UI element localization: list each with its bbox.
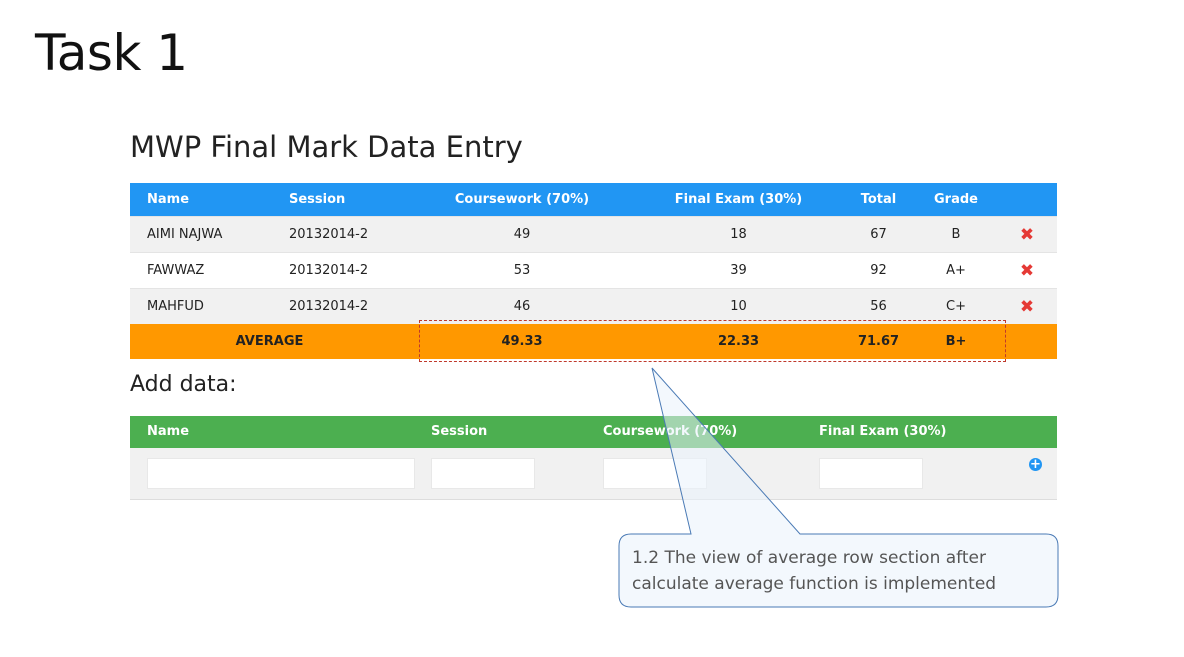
cell-grade: A+ (915, 252, 997, 289)
cell-total: 67 (842, 216, 915, 253)
cell-session: 20132014-2 (272, 288, 409, 324)
add-circle-icon[interactable]: + (1029, 458, 1042, 471)
average-total: 71.67 (842, 324, 915, 359)
column-header-actions (997, 183, 1057, 217)
cell-name: FAWWAZ (130, 252, 272, 289)
cell-coursework: 46 (409, 288, 635, 324)
average-label: AVERAGE (130, 324, 409, 359)
callout-line-2: calculate average function is implemente… (632, 574, 997, 594)
average-grade: B+ (915, 324, 997, 359)
cell-total: 56 (842, 288, 915, 324)
column-header-final-exam[interactable]: Final Exam (30%) (635, 183, 842, 217)
average-final-exam: 22.33 (635, 324, 842, 359)
callout-text: 1.2 The view of average row section afte… (632, 545, 1042, 597)
cell-session: 20132014-2 (272, 216, 409, 253)
cell-name: MAHFUD (130, 288, 272, 324)
coursework-input[interactable] (603, 458, 707, 489)
average-row: AVERAGE 49.33 22.33 71.67 B+ (130, 324, 1057, 359)
table-header-row: Name Session Coursework (70%) Final Exam… (130, 183, 1057, 217)
slide-title: Task 1 (35, 24, 188, 82)
session-input[interactable] (431, 458, 535, 489)
add-data-title: Add data: (130, 372, 237, 397)
cell-total: 92 (842, 252, 915, 289)
cell-final-exam: 18 (635, 216, 842, 253)
form-title: MWP Final Mark Data Entry (130, 130, 523, 164)
marks-table: Name Session Coursework (70%) Final Exam… (130, 183, 1057, 359)
table-row: AIMI NAJWA 20132014-2 49 18 67 B ✖ (130, 216, 1057, 253)
add-data-form: Name Session Coursework (70%) Final Exam… (130, 416, 1057, 500)
cell-grade: B (915, 216, 997, 253)
add-data-header: Name Session Coursework (70%) Final Exam… (130, 416, 1057, 448)
cell-name: AIMI NAJWA (130, 216, 272, 253)
column-header-session[interactable]: Session (272, 183, 409, 217)
table-row: MAHFUD 20132014-2 46 10 56 C+ ✖ (130, 288, 1057, 324)
column-header-name[interactable]: Name (130, 183, 272, 217)
cell-final-exam: 10 (635, 288, 842, 324)
add-header-final-exam: Final Exam (30%) (819, 424, 947, 439)
final-exam-input[interactable] (819, 458, 923, 489)
callout-line-1: 1.2 The view of average row section afte… (632, 548, 986, 568)
column-header-coursework[interactable]: Coursework (70%) (409, 183, 635, 217)
name-input[interactable] (147, 458, 415, 489)
cell-session: 20132014-2 (272, 252, 409, 289)
cell-grade: C+ (915, 288, 997, 324)
column-header-grade[interactable]: Grade (915, 183, 997, 217)
add-header-coursework: Coursework (70%) (603, 424, 738, 439)
cell-final-exam: 39 (635, 252, 842, 289)
cell-coursework: 49 (409, 216, 635, 253)
column-header-total[interactable]: Total (842, 183, 915, 217)
delete-icon[interactable]: ✖ (1020, 261, 1034, 281)
delete-icon[interactable]: ✖ (1020, 297, 1034, 317)
cell-coursework: 53 (409, 252, 635, 289)
delete-icon[interactable]: ✖ (1020, 225, 1034, 245)
table-row: FAWWAZ 20132014-2 53 39 92 A+ ✖ (130, 252, 1057, 289)
add-header-session: Session (431, 424, 488, 439)
average-coursework: 49.33 (409, 324, 635, 359)
add-header-name: Name (147, 424, 190, 439)
